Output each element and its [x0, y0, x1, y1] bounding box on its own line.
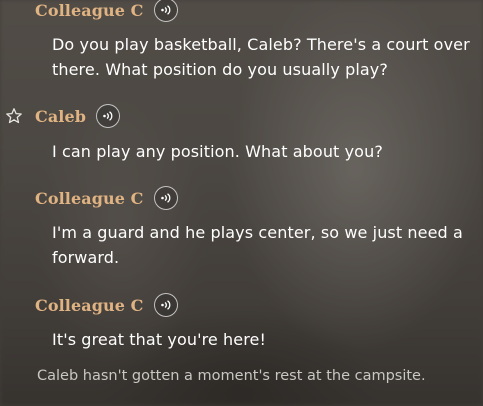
dialogue-text: It's great that you're here! [52, 330, 267, 349]
speaker-name: Colleague C [35, 188, 144, 208]
dialogue-entry-header: Colleague C [35, 0, 178, 24]
dialogue-log: Colleague C Do you play basketball, Cale… [0, 0, 483, 406]
narration-text: Caleb hasn't gotten a moment's rest at t… [37, 368, 426, 384]
dialogue-text: I can play any position. What about you? [52, 142, 383, 161]
dialogue-entry-header: Colleague C [35, 184, 178, 212]
dialogue-text: I'm a guard and he plays center, so we j… [52, 223, 463, 267]
voice-replay-button[interactable] [96, 104, 121, 128]
voice-replay-icon [160, 193, 170, 203]
speaker-name: Caleb [35, 106, 87, 126]
speaker-name: Colleague C [35, 0, 144, 20]
voice-replay-button[interactable] [153, 293, 178, 317]
voice-replay-icon [160, 5, 170, 15]
dialogue-entry-header: Colleague C [35, 291, 178, 319]
speaker-name: Colleague C [35, 295, 144, 315]
voice-replay-button[interactable] [153, 0, 178, 22]
voice-replay-icon [160, 300, 170, 310]
voice-replay-icon [103, 111, 113, 121]
star-outline-icon[interactable] [5, 107, 23, 125]
voice-replay-button[interactable] [153, 186, 178, 210]
dialogue-text: Do you play basketball, Caleb? There's a… [52, 35, 470, 79]
dialogue-entry-header: Caleb [35, 102, 121, 130]
